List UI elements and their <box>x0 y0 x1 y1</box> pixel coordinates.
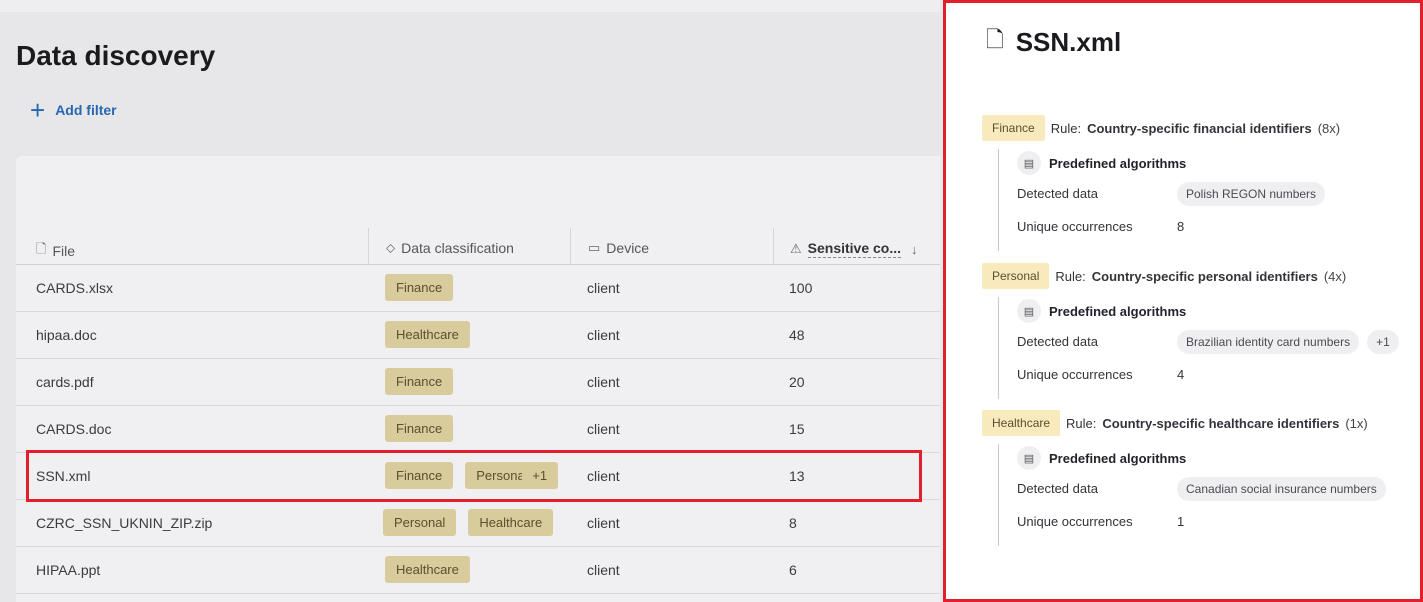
classification-cell: Finance <box>385 358 465 405</box>
more-detected-button[interactable]: +1 <box>1367 329 1399 354</box>
laptop-icon: ▭ <box>588 240 601 255</box>
rule-section-healthcare: Healthcare Rule: Country-specific health… <box>982 410 1412 546</box>
sensitive-count: 15 <box>789 420 805 437</box>
rule-count: (1x) <box>1345 415 1368 431</box>
file-name[interactable]: cards.pdf <box>36 358 94 405</box>
classification-cell: Finance <box>385 264 465 311</box>
device-cell: client <box>587 326 620 343</box>
classification-tag: Healthcare <box>385 556 470 583</box>
algorithm-icon: ▤ <box>1017 299 1041 323</box>
table-row[interactable]: CZRC_SSN_UKNIN_ZIP.zip Personal Healthca… <box>16 499 940 547</box>
device-cell: client <box>587 561 620 578</box>
table-row[interactable]: cards.pdf Finance client 20 <box>16 358 940 406</box>
unique-occurrences: 1 <box>1177 514 1185 529</box>
file-details-panel: 🗋 SSN.xml Finance Rule: Country-specific… <box>943 0 1423 602</box>
classification-tag: Healthcare <box>385 321 470 348</box>
file-name[interactable]: HIPAA.ppt <box>36 546 100 593</box>
table-row[interactable]: hipaa.doc Healthcare client 48 <box>16 311 940 359</box>
unique-occurrences: 8 <box>1177 219 1185 234</box>
sensitive-count: 20 <box>789 373 805 390</box>
file-name[interactable]: hipaa.doc <box>36 311 97 358</box>
column-resize-handle[interactable] <box>368 228 369 264</box>
classification-cell: Healthcare <box>385 311 482 358</box>
file-name[interactable]: CARDS.xlsx <box>36 264 113 311</box>
sensitive-count: 6 <box>789 561 797 578</box>
rule-section-finance: Finance Rule: Country-specific financial… <box>982 115 1412 251</box>
plus-icon: + <box>30 95 46 125</box>
column-resize-handle[interactable] <box>570 228 571 264</box>
classification-cell: Personal Healthcare <box>383 499 565 546</box>
classification-tag: Healthcare <box>468 509 554 536</box>
device-cell: client <box>587 514 620 531</box>
classification-cell: Healthcare <box>385 546 482 593</box>
device-cell: client <box>587 420 620 437</box>
sensitive-count: 100 <box>789 279 813 296</box>
panel-title: 🗋 SSN.xml <box>986 23 1121 61</box>
file-name[interactable]: CARDS.doc <box>36 405 111 452</box>
classification-tag: Personal <box>383 509 457 536</box>
selected-row-highlight <box>26 450 922 502</box>
rule-section-personal: Personal Rule: Country-specific personal… <box>982 263 1412 399</box>
table-row[interactable]: CARDS.xlsx Finance client 100 <box>16 264 940 312</box>
tag-icon: ⬦ <box>386 240 396 255</box>
rule-count: (8x) <box>1317 120 1341 136</box>
sort-down-icon[interactable]: ↓ <box>911 242 918 257</box>
header-sensitive[interactable]: ⚠ Sensitive co... ↓ <box>790 240 924 258</box>
warning-icon: ⚠ <box>790 241 802 256</box>
rule-name: Country-specific personal identifiers <box>1091 268 1318 284</box>
detected-data-pill: Brazilian identity card numbers <box>1177 329 1360 354</box>
detected-data-pill: Polish REGON numbers <box>1177 181 1326 206</box>
sensitive-count: 8 <box>789 514 797 531</box>
device-cell: client <box>587 279 620 296</box>
classification-tag: Personal <box>982 263 1050 289</box>
table-row[interactable]: CARDS.doc Finance client 15 <box>16 405 940 453</box>
top-bar <box>0 0 940 12</box>
unique-occurrences: 4 <box>1177 367 1185 382</box>
file-name[interactable]: CZRC_SSN_UKNIN_ZIP.zip <box>36 499 212 546</box>
table-header: 🗋 File ⬦ Data classification ▭ Device ⚠ … <box>16 228 940 265</box>
classification-tag: Finance <box>982 115 1045 141</box>
classification-tag: Healthcare <box>982 410 1061 436</box>
sensitive-count: 48 <box>789 326 805 343</box>
rule-name: Country-specific financial identifiers <box>1087 120 1312 136</box>
page-title: Data discovery <box>16 40 216 71</box>
classification-tag: Finance <box>385 368 454 395</box>
classification-tag: Finance <box>385 415 454 442</box>
classification-tag: Finance <box>385 274 454 301</box>
rule-name: Country-specific healthcare identifiers <box>1102 415 1340 431</box>
device-cell: client <box>587 373 620 390</box>
rule-count: (4x) <box>1323 268 1347 284</box>
header-device[interactable]: ▭ Device <box>588 240 649 256</box>
add-filter-button[interactable]: + Add filter <box>30 95 117 125</box>
algorithm-icon: ▤ <box>1017 446 1041 470</box>
classification-cell: Finance <box>385 405 465 452</box>
algorithm-icon: ▤ <box>1017 151 1041 175</box>
add-filter-label: Add filter <box>55 102 117 118</box>
header-file[interactable]: 🗋 File <box>36 240 75 262</box>
file-icon: 🗋 <box>36 241 47 256</box>
column-resize-handle[interactable] <box>773 228 774 264</box>
file-icon: 🗋 <box>986 27 1004 52</box>
detected-data-pill: Canadian social insurance numbers <box>1177 476 1386 501</box>
table-row[interactable]: HIPAA.ppt Healthcare client 6 <box>16 546 940 594</box>
header-classification[interactable]: ⬦ Data classification <box>386 240 514 256</box>
